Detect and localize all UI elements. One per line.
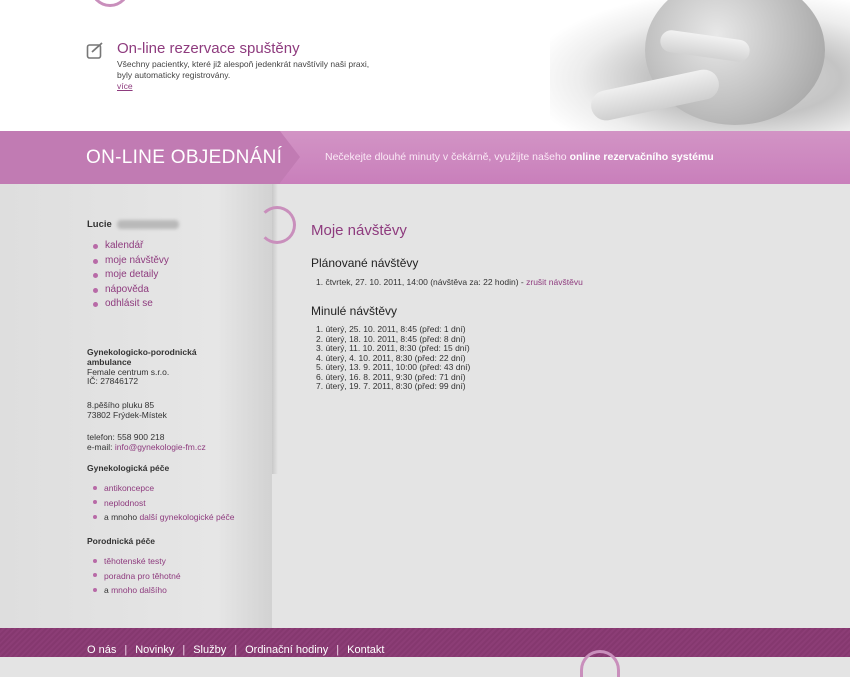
list-item[interactable]: poradna pro těhotné (93, 569, 181, 584)
list-item: 7. úterý, 19. 7. 2011, 8:30 (před: 99 dn… (316, 381, 466, 391)
cancel-visit-link[interactable]: zrušit návštěvu (526, 277, 583, 287)
bullet-icon (93, 287, 98, 293)
checkbox-edit-icon (86, 42, 103, 59)
list-item: a mnoho dalšího (93, 583, 181, 598)
menu-item-my-details[interactable]: moje detaily (93, 268, 169, 283)
planned-visits-list: 1. čtvrtek, 27. 10. 2011, 14:00 (návštěv… (316, 277, 583, 288)
list-item: 1. čtvrtek, 27. 10. 2011, 14:00 (návštěv… (316, 277, 583, 287)
menu-item-calendar[interactable]: kalendář (93, 239, 169, 254)
list-item: a mnoho další gynekologické péče (93, 510, 234, 525)
bullet-icon (93, 573, 97, 578)
clinic-contact: telefon: 558 900 218 e-mail: info@gyneko… (87, 432, 206, 452)
bullet-icon (93, 514, 97, 519)
bullet-icon (93, 273, 98, 279)
menu-item-logout[interactable]: odhlásit se (93, 297, 169, 312)
band-slogan: Nečekejte dlouhé minuty v čekárně, využi… (325, 151, 714, 163)
news-more-link[interactable]: více (117, 81, 133, 91)
user-first-name: Lucie (87, 219, 112, 230)
list-item[interactable]: neplodnost (93, 496, 234, 511)
clinic-info: Gynekologicko-porodnická ambulance Femal… (87, 347, 197, 387)
more-gyn-care-link[interactable]: další gynekologické péče (139, 512, 234, 522)
news-text: Všechny pacientky, které již alespoň jed… (117, 59, 370, 80)
email-link[interactable]: info@gynekologie-fm.cz (115, 442, 206, 452)
bullet-icon (93, 500, 97, 505)
band-arrow-decoration (280, 131, 300, 183)
footer-link-services[interactable]: Služby (193, 644, 226, 656)
user-surname-blurred (117, 220, 179, 229)
news-title: On-line rezervace spuštěny (117, 40, 300, 57)
main-content (278, 184, 850, 628)
footer-nav: O nás | Novinky | Služby | Ordinační hodiny | Ko… (87, 644, 385, 656)
footer-link-news[interactable]: Novinky (135, 644, 174, 656)
bullet-icon (93, 485, 97, 490)
content-arc-decoration (258, 206, 296, 244)
menu-item-help[interactable]: nápověda (93, 283, 169, 298)
more-obs-care-link[interactable]: mnoho dalšího (111, 585, 167, 595)
planned-visits-title: Plánované návštěvy (311, 256, 419, 270)
bullet-icon (93, 587, 97, 592)
footer-link-hours[interactable]: Ordinační hodiny (245, 644, 328, 656)
gyn-care-list: antikoncepce neplodnost a mnoho další gy… (93, 481, 234, 525)
header-photo-pregnant-woman (550, 0, 850, 131)
footer-link-contact[interactable]: Kontakt (347, 644, 384, 656)
logo-arc-decoration (90, 0, 130, 7)
band-slogan-highlight: online rezervačního systému (569, 151, 714, 163)
list-item[interactable]: těhotenské testy (93, 554, 181, 569)
bullet-icon (93, 302, 98, 308)
menu-item-my-visits[interactable]: moje návštěvy (93, 254, 169, 269)
obs-care-list: těhotenské testy poradna pro těhotné a m… (93, 554, 181, 598)
page-title: Moje návštěvy (311, 222, 407, 239)
past-visits-list: 1. úterý, 25. 10. 2011, 8:45 (před: 1 dn… (316, 324, 470, 392)
band-title: ON-LINE OBJEDNÁNÍ (86, 147, 283, 168)
bullet-icon (93, 258, 98, 264)
bullet-icon (93, 244, 98, 249)
footer-link-about[interactable]: O nás (87, 644, 116, 656)
past-visits-title: Minulé návštěvy (311, 304, 398, 318)
list-item[interactable]: antikoncepce (93, 481, 234, 496)
gyn-care-title: Gynekologická péče (87, 463, 170, 473)
obs-care-title: Porodnická péče (87, 536, 156, 546)
user-menu: kalendář moje návštěvy moje detaily nápo… (93, 239, 169, 312)
clinic-address: 8.pěšího pluku 85 73802 Frýdek-Místek (87, 400, 167, 420)
bullet-icon (93, 558, 97, 563)
